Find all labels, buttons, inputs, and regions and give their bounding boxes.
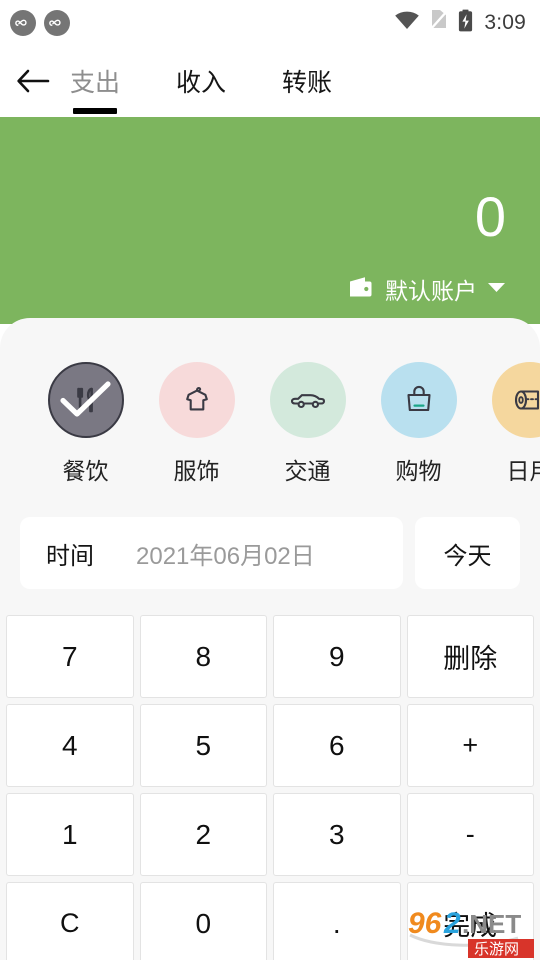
- key-5[interactable]: 5: [139, 704, 267, 787]
- clothing-icon: [185, 386, 208, 411]
- category-icon-wrap: [491, 362, 540, 438]
- tab-bar: 支出 收入 转账: [66, 45, 336, 117]
- category-label: 交通: [284, 458, 331, 484]
- key-clear[interactable]: C: [6, 882, 134, 960]
- category-item-shopping[interactable]: 购物: [363, 362, 474, 486]
- key-4[interactable]: 4: [6, 704, 134, 787]
- date-field[interactable]: 时间 2021年06月02日: [20, 517, 403, 589]
- tab-income[interactable]: 收入: [172, 45, 230, 117]
- category-label: 购物: [395, 458, 442, 484]
- keypad: 7 8 9 删除 4 5 6 + 1 2 3 - C 0 . 完成: [0, 615, 540, 960]
- toilet-paper-icon: [514, 390, 539, 410]
- no-sim-icon: [429, 9, 449, 36]
- status-bar-indicators: 3:09: [394, 9, 526, 37]
- amount-display: 0: [474, 185, 506, 248]
- account-selector[interactable]: 默认账户: [347, 272, 506, 306]
- key-9[interactable]: 9: [273, 615, 401, 698]
- category-item-dining[interactable]: 餐饮: [30, 362, 141, 486]
- amount-header: 0 默认账户: [0, 117, 540, 324]
- date-row: 时间 2021年06月02日 今天: [0, 486, 540, 589]
- app-notification-icon: [10, 9, 36, 36]
- key-7[interactable]: 7: [6, 615, 134, 698]
- key-0[interactable]: 0: [139, 882, 267, 960]
- tab-expense[interactable]: 支出: [66, 45, 124, 117]
- key-delete[interactable]: 删除: [406, 615, 534, 698]
- category-icon-wrap: [158, 362, 235, 438]
- key-plus[interactable]: +: [406, 704, 534, 787]
- status-bar-clock: 3:09: [484, 10, 526, 34]
- top-bar: 支出 收入 转账: [0, 45, 540, 117]
- category-item-daily[interactable]: 日用: [474, 362, 540, 486]
- car-icon: [290, 394, 325, 409]
- key-minus[interactable]: -: [406, 793, 534, 876]
- date-label: 时间: [46, 542, 94, 570]
- wallet-icon: [347, 275, 375, 304]
- key-6[interactable]: 6: [273, 704, 401, 787]
- chevron-down-icon[interactable]: [487, 280, 506, 298]
- category-label: 日用: [506, 458, 540, 484]
- tab-transfer[interactable]: 转账: [278, 45, 336, 117]
- key-1[interactable]: 1: [6, 793, 134, 876]
- account-name: 默认账户: [385, 278, 477, 304]
- category-item-clothing[interactable]: 服饰: [141, 362, 252, 486]
- category-icon-wrap: [380, 362, 457, 438]
- back-button[interactable]: [0, 48, 66, 114]
- category-list[interactable]: 餐饮 服饰 交通 购物 日: [0, 318, 540, 486]
- key-8[interactable]: 8: [139, 615, 267, 698]
- key-decimal[interactable]: .: [273, 882, 401, 960]
- shopping-bag-icon: [406, 385, 431, 412]
- category-icon-wrap: [47, 362, 124, 438]
- key-3[interactable]: 3: [273, 793, 401, 876]
- category-icon-wrap: [269, 362, 346, 438]
- category-label: 餐饮: [62, 458, 109, 484]
- status-bar-notifications: [10, 9, 70, 36]
- entry-sheet: 餐饮 服饰 交通 购物 日 时间 2021年06月02日 今天 7 8 9 删除…: [0, 318, 540, 960]
- battery-charging-icon: [458, 9, 473, 37]
- category-item-transport[interactable]: 交通: [252, 362, 363, 486]
- key-done[interactable]: 完成: [406, 882, 534, 960]
- wifi-icon: [394, 10, 420, 35]
- date-value: 2021年06月02日: [136, 542, 315, 570]
- selected-check-icon: [50, 364, 122, 436]
- today-button[interactable]: 今天: [415, 517, 520, 589]
- status-bar: 3:09: [0, 0, 540, 45]
- key-2[interactable]: 2: [139, 793, 267, 876]
- app-notification-icon: [44, 9, 70, 36]
- back-arrow-icon: [17, 69, 50, 93]
- category-label: 服饰: [173, 458, 220, 484]
